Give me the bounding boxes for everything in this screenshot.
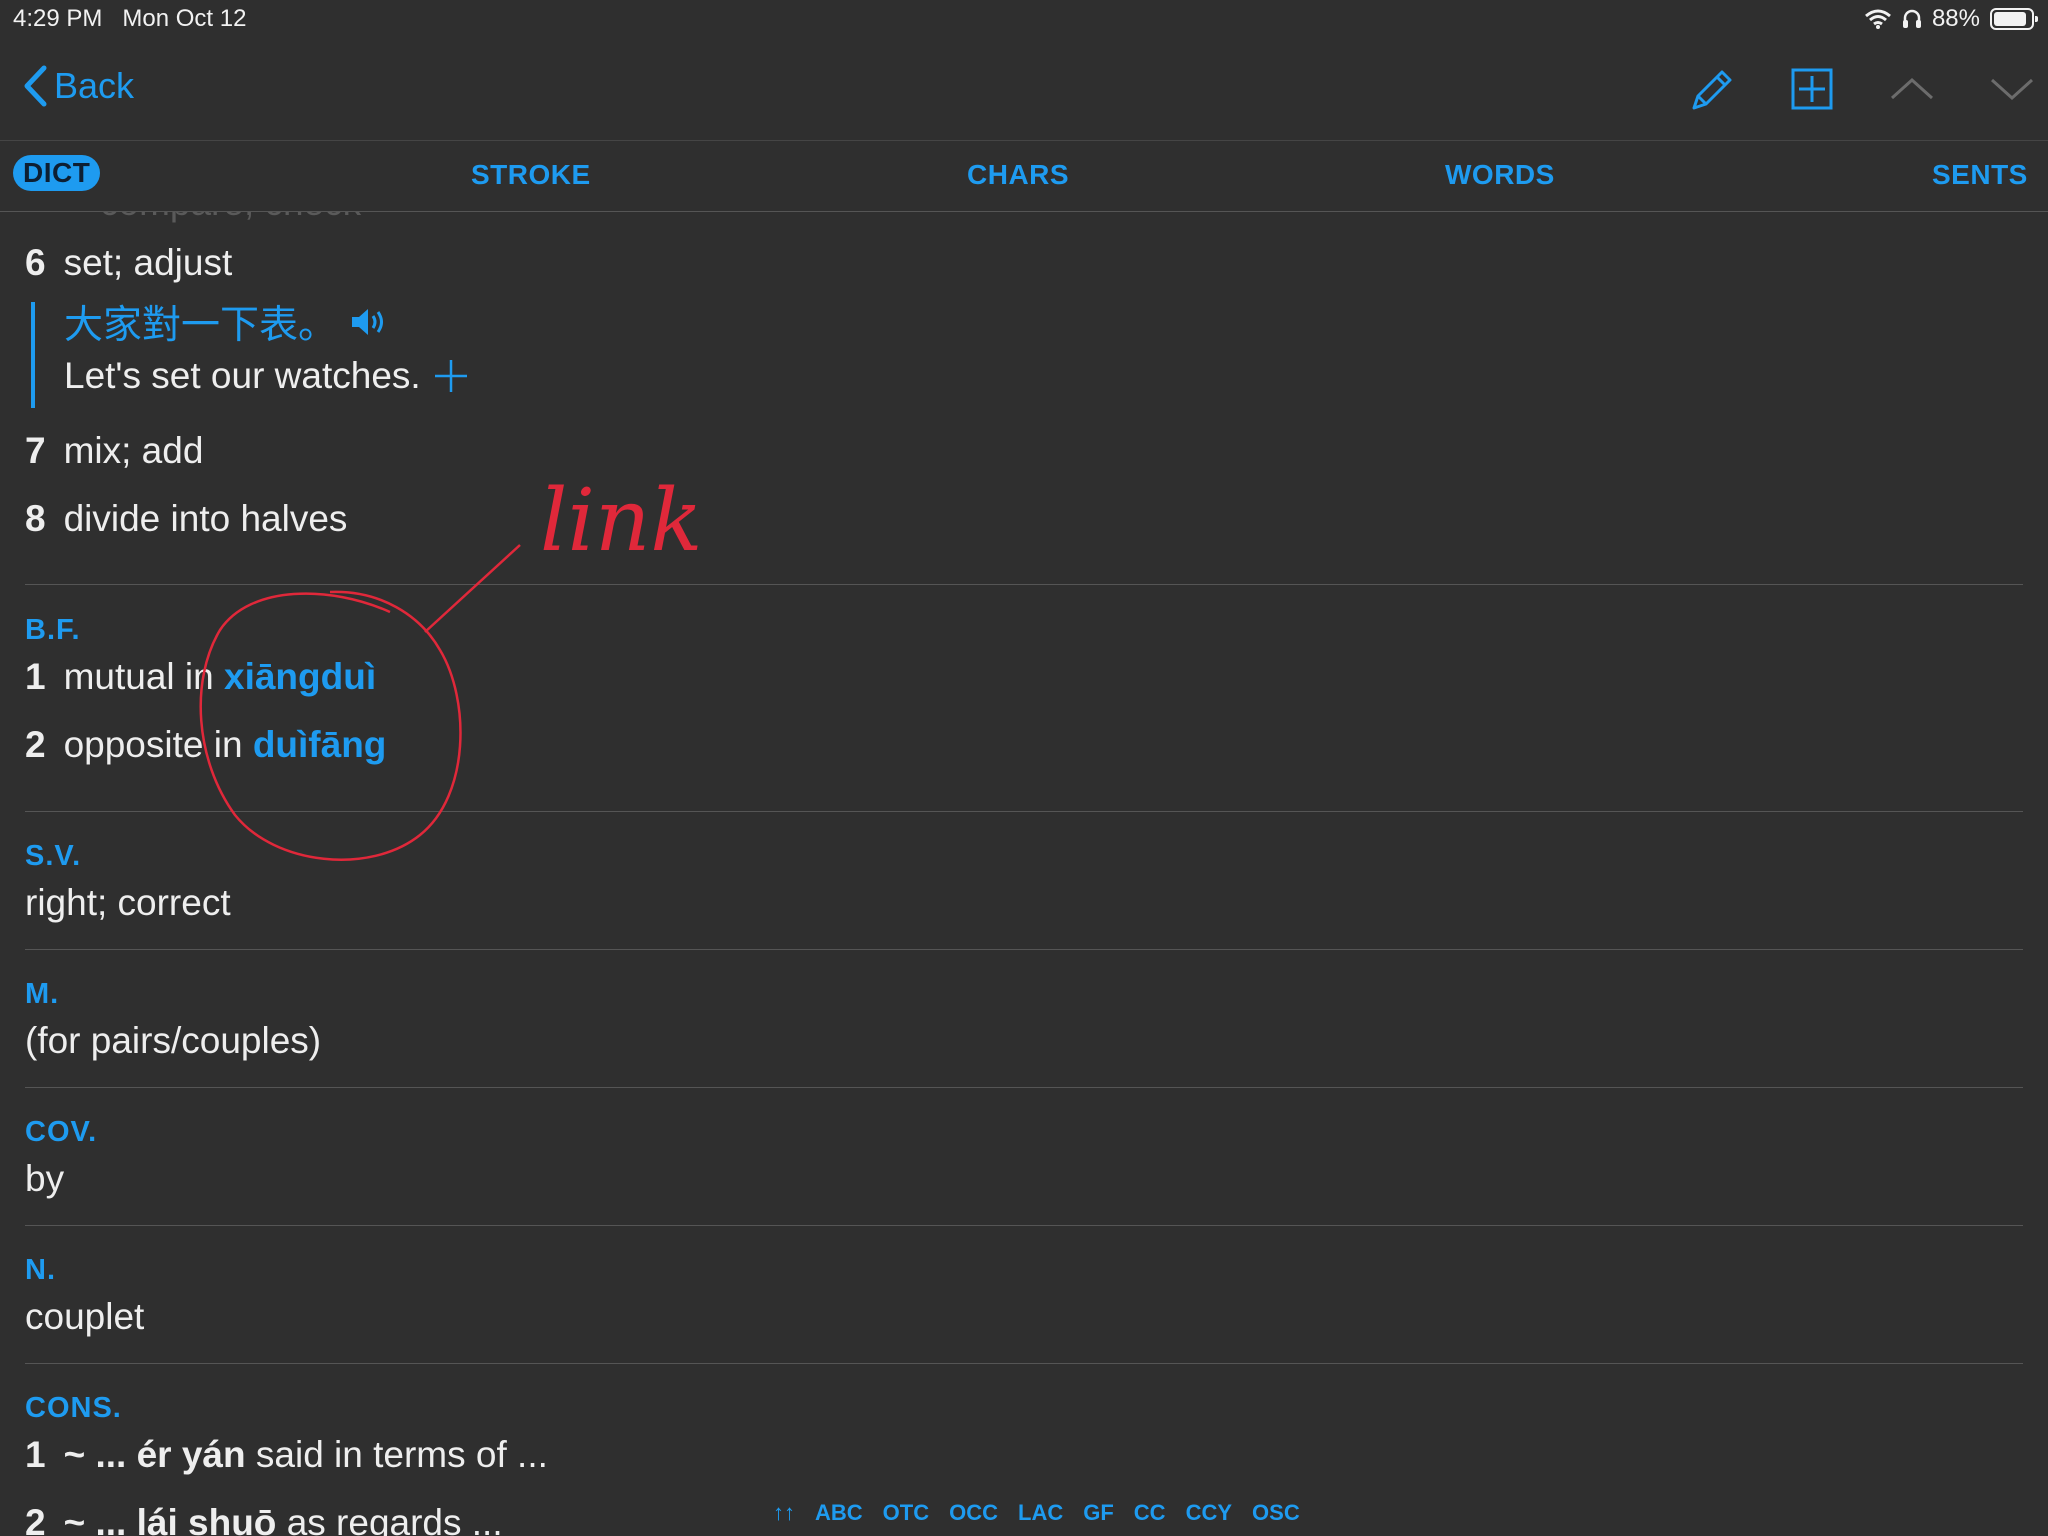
- divider: [25, 1087, 2023, 1088]
- definition-text: divide into halves: [63, 498, 348, 539]
- dictionary-index-bar: ↑↑ ABC OTC OCC LAC GF CC CCY OSC: [773, 1500, 1300, 1526]
- section-label-cons: CONS.: [25, 1392, 122, 1424]
- definition-number: 7: [25, 430, 46, 471]
- index-otc[interactable]: OTC: [883, 1500, 929, 1526]
- definition-number: 6: [25, 242, 46, 283]
- m-text: (for pairs/couples): [25, 1020, 322, 1061]
- index-lac[interactable]: LAC: [1018, 1500, 1063, 1526]
- divider: [25, 949, 2023, 950]
- word-link-xiangdui[interactable]: xiāngduì: [224, 656, 376, 697]
- item-text: as regards ...: [286, 1502, 503, 1536]
- next-entry-button[interactable]: [1984, 64, 2040, 116]
- tab-chars[interactable]: CHARS: [967, 159, 1069, 191]
- section-label-bf: B.F.: [25, 614, 81, 646]
- definition-7: 7 mix; add: [25, 430, 203, 472]
- sv-text: right; correct: [25, 882, 231, 923]
- definition-8: 8 divide into halves: [25, 498, 347, 540]
- index-occ[interactable]: OCC: [949, 1500, 998, 1526]
- back-button[interactable]: Back: [22, 64, 134, 108]
- item-pinyin: ér yán: [136, 1434, 246, 1475]
- scrolled-definition: compare; check: [100, 212, 361, 224]
- n-text: couplet: [25, 1296, 145, 1337]
- plus-square-icon: [1791, 68, 1833, 110]
- wifi-icon: [1864, 9, 1891, 29]
- index-abc[interactable]: ABC: [815, 1500, 863, 1526]
- item-number: 2: [25, 1502, 46, 1536]
- index-osc[interactable]: OSC: [1252, 1500, 1300, 1526]
- item-prefix: ~ ...: [63, 1434, 127, 1475]
- tab-stroke[interactable]: STROKE: [471, 159, 591, 191]
- definition-6: 6 set; adjust: [25, 242, 232, 284]
- index-top[interactable]: ↑↑: [773, 1500, 795, 1526]
- battery-percent: 88%: [1931, 5, 1980, 32]
- bf-item-2: 2 opposite in duìfāng: [25, 724, 386, 766]
- divider: [25, 811, 2023, 812]
- item-number: 1: [25, 656, 46, 697]
- back-label: Back: [54, 65, 135, 106]
- item-prefix: ~ ...: [63, 1502, 127, 1536]
- bf-item-1: 1 mutual in xiāngduì: [25, 656, 376, 698]
- status-time-date: 4:29 PM Mon Oct 12: [13, 5, 246, 33]
- word-link-duifang[interactable]: duìfāng: [253, 724, 387, 765]
- section-label-sv: S.V.: [25, 840, 82, 872]
- section-label-cov: COV.: [25, 1116, 98, 1148]
- battery-icon: [1990, 8, 2038, 30]
- definition-number: 8: [25, 498, 46, 539]
- item-number: 1: [25, 1434, 46, 1475]
- section-tab-bar: DICT STROKE CHARS WORDS SENTS: [0, 141, 2048, 212]
- example-chinese: 大家對一下表。: [64, 294, 389, 350]
- speaker-icon[interactable]: [349, 305, 389, 339]
- status-time: 4:29 PM: [13, 5, 103, 32]
- item-pinyin: lái shuō: [136, 1502, 277, 1536]
- divider: [25, 584, 2023, 585]
- status-bar: 4:29 PM Mon Oct 12 88%: [0, 0, 2048, 40]
- example-chinese-text[interactable]: 大家對一下表。: [64, 294, 337, 350]
- example-indicator: [31, 302, 35, 408]
- chevron-left-icon: [24, 65, 47, 107]
- headphones-icon: [1902, 9, 1921, 28]
- index-gf[interactable]: GF: [1083, 1500, 1114, 1526]
- status-date: Mon Oct 12: [122, 5, 247, 32]
- divider: [25, 1363, 2023, 1364]
- example-english: Let's set our watches.: [64, 355, 471, 397]
- tab-words[interactable]: WORDS: [1445, 159, 1555, 191]
- divider: [25, 1225, 2023, 1226]
- add-to-list-button[interactable]: [1784, 64, 1840, 116]
- navigation-bar: Back: [0, 40, 2048, 141]
- cov-text: by: [25, 1158, 65, 1199]
- tab-dict[interactable]: DICT: [13, 155, 101, 191]
- section-label-m: M.: [25, 978, 60, 1010]
- item-number: 2: [25, 724, 46, 765]
- index-ccy[interactable]: CCY: [1186, 1500, 1232, 1526]
- tab-sents[interactable]: SENTS: [1932, 159, 2028, 191]
- chevron-down-icon: [1990, 78, 2034, 101]
- cons-item-1: 1 ~ ... ér yán said in terms of ...: [25, 1434, 548, 1476]
- status-icons: 88%: [1864, 5, 2038, 33]
- previous-entry-button[interactable]: [1884, 64, 1940, 116]
- cons-item-2: 2 ~ ... lái shuō as regards ...: [25, 1502, 503, 1536]
- dictionary-entry-content[interactable]: compare; check 6 set; adjust 大家對一下表。 Let'…: [0, 212, 2048, 1536]
- example-english-text: Let's set our watches.: [64, 355, 421, 396]
- pencil-icon: [1692, 70, 1732, 110]
- add-example-icon[interactable]: [431, 356, 471, 396]
- edit-button[interactable]: [1682, 64, 1738, 116]
- definition-text: mix; add: [63, 430, 204, 471]
- index-cc[interactable]: CC: [1134, 1500, 1166, 1526]
- item-text: said in terms of ...: [255, 1434, 548, 1475]
- item-text: opposite in: [63, 724, 243, 765]
- chevron-up-icon: [1890, 77, 1934, 100]
- item-text: mutual in: [63, 656, 214, 697]
- section-label-n: N.: [25, 1254, 56, 1286]
- definition-text: set; adjust: [63, 242, 233, 283]
